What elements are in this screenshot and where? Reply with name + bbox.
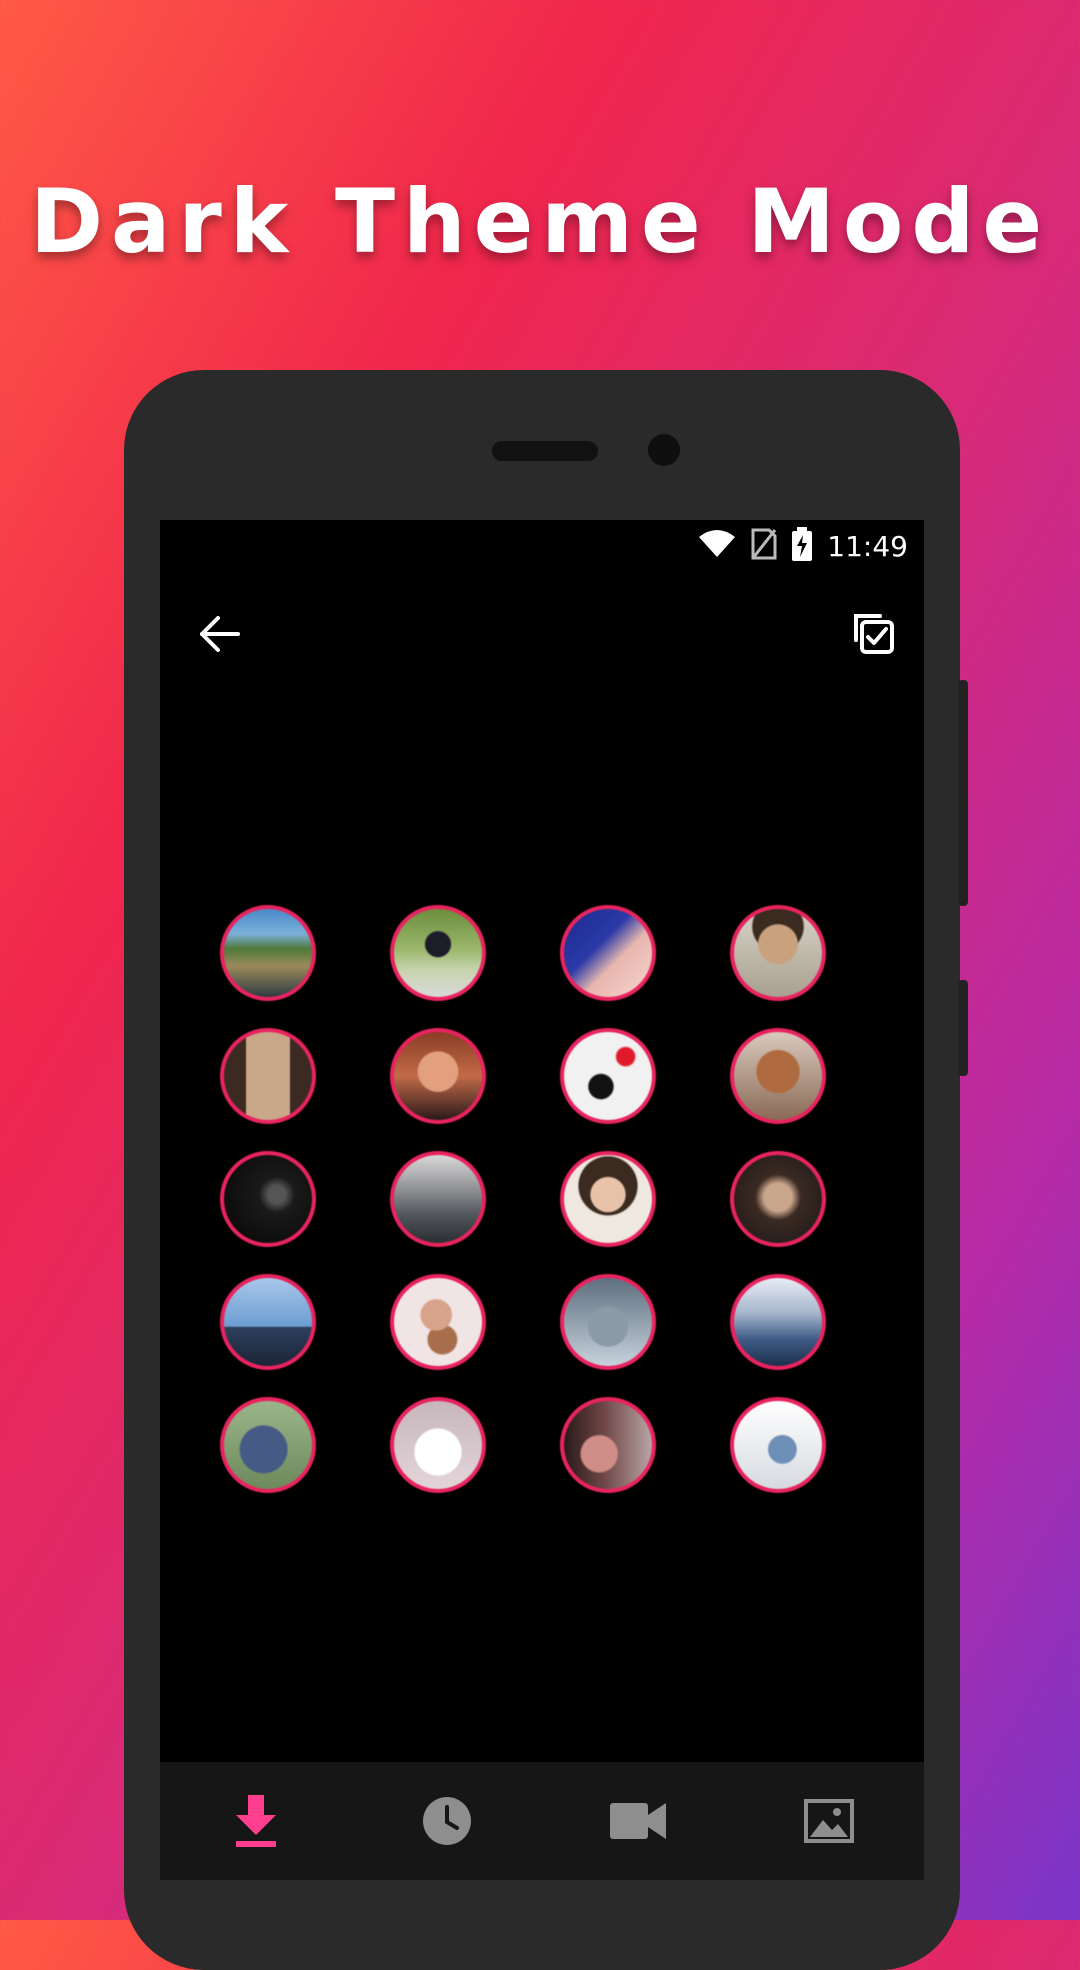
select-all-icon bbox=[854, 614, 894, 654]
status-time: 11:49 bbox=[827, 529, 908, 563]
nav-history[interactable] bbox=[407, 1781, 487, 1861]
select-all-button[interactable] bbox=[844, 604, 904, 664]
avatar-girl-balloon-art[interactable] bbox=[560, 1028, 656, 1124]
download-icon bbox=[235, 1795, 276, 1847]
nav-videos[interactable] bbox=[598, 1781, 678, 1861]
avatar-woman-profile[interactable] bbox=[560, 1397, 656, 1493]
avatar-landscape-lake[interactable] bbox=[220, 905, 316, 1001]
avatar-man-with-cat[interactable] bbox=[560, 1274, 656, 1370]
avatar-person-in-alley[interactable] bbox=[220, 1028, 316, 1124]
avatar-woman-portrait[interactable] bbox=[560, 1151, 656, 1247]
avatar-city-skyline[interactable] bbox=[730, 1274, 826, 1370]
avatar-city-rooftops[interactable] bbox=[390, 1151, 486, 1247]
avatar-person-sitting[interactable] bbox=[730, 1397, 826, 1493]
avatar-girl-sunglasses[interactable] bbox=[390, 1274, 486, 1370]
nav-images[interactable] bbox=[789, 1781, 869, 1861]
avatar-man-portrait[interactable] bbox=[730, 905, 826, 1001]
video-icon bbox=[609, 1803, 666, 1839]
status-bar: 11:49 bbox=[697, 520, 908, 572]
front-camera bbox=[648, 434, 680, 466]
speaker-grill bbox=[492, 441, 598, 461]
headline: Dark Theme Mode bbox=[29, 170, 1051, 273]
image-icon bbox=[803, 1799, 854, 1843]
avatar-face-closeup[interactable] bbox=[560, 905, 656, 1001]
volume-button bbox=[958, 680, 968, 906]
avatar-person-with-horse[interactable] bbox=[730, 1028, 826, 1124]
avatar-bearded-man[interactable] bbox=[730, 1151, 826, 1247]
wifi-icon bbox=[697, 529, 737, 564]
bottom-navigation bbox=[160, 1762, 924, 1880]
arrow-left-icon bbox=[200, 616, 240, 652]
avatar-woman-selfie[interactable] bbox=[390, 1028, 486, 1124]
back-button[interactable] bbox=[190, 604, 250, 664]
battery-charging-icon bbox=[791, 526, 813, 566]
nav-downloads[interactable] bbox=[216, 1781, 296, 1861]
no-sim-icon bbox=[751, 528, 777, 565]
clock-icon bbox=[422, 1797, 471, 1845]
power-button bbox=[958, 980, 968, 1076]
avatar-woman-outdoors[interactable] bbox=[390, 905, 486, 1001]
avatar-dark-photo[interactable] bbox=[220, 1151, 316, 1247]
story-avatar-grid bbox=[220, 905, 864, 1493]
avatar-white-dog[interactable] bbox=[390, 1397, 486, 1493]
screen: 11:49 bbox=[160, 520, 924, 1880]
avatar-couple-by-sea[interactable] bbox=[220, 1274, 316, 1370]
avatar-man-with-bag[interactable] bbox=[220, 1397, 316, 1493]
